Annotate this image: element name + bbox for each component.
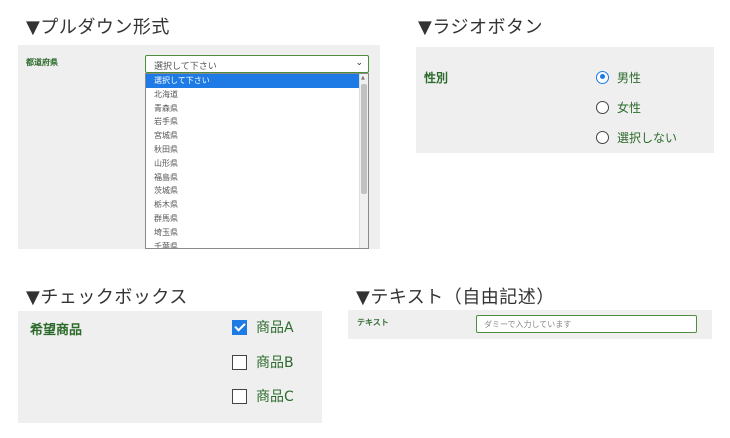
free-text-input[interactable] [476, 315, 697, 333]
scroll-up-icon[interactable]: ▲ [361, 75, 365, 81]
dropdown-option[interactable]: 千葉県 [146, 240, 368, 248]
prefecture-select-value: 選択して下さい [154, 62, 217, 72]
prefecture-label: 都道府県 [26, 58, 58, 67]
dropdown-option[interactable]: 栃木県 [146, 198, 368, 212]
scroll-thumb[interactable] [361, 84, 367, 194]
checkbox-option-product-c[interactable]: 商品C [232, 387, 294, 405]
dropdown-option[interactable]: 埼玉県 [146, 226, 368, 240]
dropdown-section-heading: ▼プルダウン形式 [26, 17, 170, 38]
radio-option-label: 女性 [617, 100, 642, 115]
radio-button[interactable] [596, 130, 609, 144]
dropdown-option[interactable]: 群馬県 [146, 212, 368, 226]
dropdown-option[interactable]: 岩手県 [146, 115, 368, 129]
gender-label: 性別 [424, 71, 449, 85]
dropdown-option[interactable]: 選択して下さい [146, 74, 368, 88]
dropdown-option[interactable]: 秋田県 [146, 143, 368, 157]
radio-section-heading: ▼ラジオボタン [418, 17, 543, 38]
radio-button[interactable] [596, 100, 609, 114]
text-section-heading: ▼テキスト（自由記述） [356, 287, 555, 308]
prefecture-select[interactable]: 選択して下さい ⌄ [145, 55, 369, 73]
checkbox-option-product-a[interactable]: 商品A [232, 318, 294, 336]
dropdown-option[interactable]: 山形県 [146, 157, 368, 171]
checkbox[interactable] [232, 319, 247, 335]
checkbox[interactable] [232, 388, 247, 404]
dropdown-option[interactable]: 茨城県 [146, 184, 368, 198]
radio-button[interactable] [596, 70, 609, 84]
checkbox-section-heading: ▼チェックボックス [26, 287, 188, 308]
radio-option-male[interactable]: 男性 [596, 69, 641, 85]
radio-option-none[interactable]: 選択しない [596, 129, 677, 145]
checkbox[interactable] [232, 354, 247, 370]
radio-option-female[interactable]: 女性 [596, 99, 641, 115]
checkbox-option-label: 商品A [256, 320, 294, 336]
checkbox-option-label: 商品B [256, 355, 294, 371]
chevron-down-icon[interactable]: ⌄ [355, 58, 363, 68]
prefecture-dropdown-list[interactable]: 選択して下さい 北海道 青森県 岩手県 宮城県 秋田県 山形県 福島県 茨城県 … [145, 73, 369, 249]
dropdown-option[interactable]: 宮城県 [146, 129, 368, 143]
dropdown-option[interactable]: 福島県 [146, 171, 368, 185]
radio-option-label: 男性 [617, 70, 642, 85]
radio-option-label: 選択しない [617, 130, 678, 145]
dropdown-option[interactable]: 北海道 [146, 88, 368, 102]
desired-product-label: 希望商品 [30, 323, 83, 338]
text-field-label: テキスト [357, 318, 389, 327]
dropdown-scrollbar[interactable]: ▲ [359, 74, 368, 248]
dropdown-option[interactable]: 青森県 [146, 102, 368, 116]
checkbox-option-label: 商品C [256, 389, 294, 405]
checkbox-option-product-b[interactable]: 商品B [232, 353, 294, 371]
